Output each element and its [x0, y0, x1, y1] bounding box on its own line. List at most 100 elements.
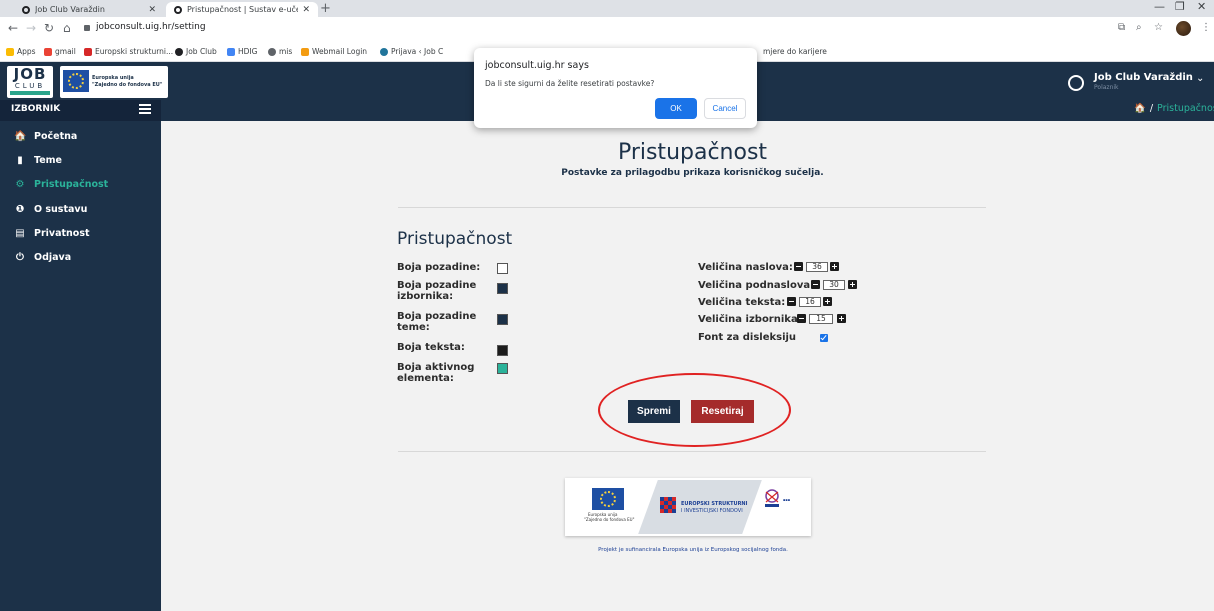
bookmark-star-icon[interactable]: ☆: [1154, 22, 1163, 33]
chevron-down-icon[interactable]: ⌄: [1196, 73, 1204, 84]
browser-tab-job-club[interactable]: Job Club Varaždin ✕: [14, 2, 164, 17]
job-club-favicon-icon: [22, 5, 30, 14]
bookmark-label: Webmail Login: [312, 47, 368, 56]
subheading-size-label: Veličina podnaslova:: [698, 280, 815, 291]
sidebar-item-pristupacnost[interactable]: ⚙ Pristupačnost: [14, 179, 109, 190]
bookmark-gmail[interactable]: gmail: [44, 47, 76, 56]
heading-size-increase-icon[interactable]: [830, 262, 839, 271]
menu-dots-icon[interactable]: ⋮: [1201, 22, 1211, 33]
wordpress-icon: [380, 47, 388, 56]
heading-size-decrease-icon[interactable]: [794, 262, 803, 271]
bookmark-hdig[interactable]: HDIG: [227, 47, 257, 56]
bookmark-job-club[interactable]: Job Club: [175, 47, 217, 56]
sidebar-item-privatnost[interactable]: ▤ Privatnost: [14, 228, 89, 239]
menu-bg-color-label: Boja pozadine izbornika:: [397, 280, 477, 302]
footer-eu-text-2: "Zajedno do fondova EU": [584, 517, 635, 522]
sidebar: [0, 100, 161, 611]
bookmark-label: mjere do karijere: [763, 47, 827, 56]
breadcrumb-home-icon[interactable]: 🏠: [1134, 103, 1146, 114]
dialog-cancel-button[interactable]: Cancel: [704, 98, 746, 119]
job-club-logo[interactable]: JOB CLUB: [7, 66, 53, 98]
zoom-icon[interactable]: ⌕: [1136, 22, 1142, 33]
text-size-increase-icon[interactable]: [823, 297, 832, 306]
bookmark-prijava[interactable]: Prijava ‹ Job C: [380, 47, 443, 56]
highlight-annotation-oval: [598, 373, 791, 447]
bg-color-label: Boja pozadine:: [397, 262, 481, 273]
europski-icon: [84, 47, 92, 56]
menu-size-input[interactable]: 15: [809, 314, 833, 324]
bg-color-swatch[interactable]: [497, 263, 508, 274]
sidebar-item-pocetna[interactable]: 🏠 Početna: [14, 131, 77, 142]
browser-tab-pristupacnost[interactable]: Pristupačnost | Sustav e-učenja ✕: [166, 2, 318, 17]
sidebar-item-label: O sustavu: [34, 204, 88, 215]
heading-size-input[interactable]: 36: [806, 262, 828, 272]
divider: [398, 451, 986, 452]
heading-size-label: Veličina naslova:: [698, 262, 793, 273]
bookmark-label: Apps: [17, 47, 36, 56]
profile-avatar[interactable]: [1176, 21, 1191, 36]
subheading-size-decrease-icon[interactable]: [811, 280, 820, 289]
sidebar-item-label: Početna: [34, 131, 78, 142]
sidebar-item-o-sustavu[interactable]: ❶ O sustavu: [14, 204, 88, 215]
eu-flag-icon: [63, 70, 89, 92]
restore-icon[interactable]: ❐: [1175, 0, 1185, 13]
dialog-ok-button[interactable]: OK: [655, 98, 697, 119]
subheading-size-input[interactable]: 30: [823, 280, 845, 290]
bookmark-label: Europski strukturni...: [95, 47, 174, 56]
url-field[interactable]: jobconsult.uig.hr/setting: [96, 22, 206, 32]
bookmark-label: mis: [279, 47, 293, 56]
bookmark-webmail[interactable]: Webmail Login: [301, 47, 367, 56]
footer-note: Projekt je sufinancirala Europska unija …: [598, 547, 788, 553]
page-title: Pristupačnost: [617, 140, 768, 165]
breadcrumb: 🏠/Pristupačnost: [1134, 103, 1214, 114]
footer-hzz-text: ▪▪▪: [783, 498, 791, 502]
text-size-input[interactable]: 16: [799, 297, 821, 307]
active-color-swatch[interactable]: [497, 363, 508, 374]
home-browser-icon[interactable]: ⌂: [63, 21, 71, 35]
sidebar-item-teme[interactable]: ▮ Teme: [14, 155, 62, 166]
dyslexia-font-checkbox[interactable]: [820, 334, 828, 342]
bookmark-europski[interactable]: Europski strukturni...: [84, 47, 173, 56]
bookmark-mis[interactable]: mis: [268, 47, 292, 56]
menu-size-label: Veličina izbornika:: [698, 314, 802, 325]
bookmark-apps[interactable]: Apps: [6, 47, 36, 56]
sidebar-item-odjava[interactable]: ⏻ Odjava: [14, 252, 71, 263]
close-window-icon[interactable]: ✕: [1197, 0, 1206, 13]
user-avatar[interactable]: [1068, 75, 1084, 91]
logo-bar: [10, 91, 50, 95]
text-size-label: Veličina teksta:: [698, 297, 786, 308]
bookmark-label: HDIG: [238, 47, 258, 56]
forward-icon[interactable]: →: [26, 21, 36, 35]
text-size-decrease-icon[interactable]: [787, 297, 796, 306]
dialog-message: Da li ste sigurni da želite resetirati p…: [485, 79, 655, 88]
hamburger-menu-icon[interactable]: [139, 104, 151, 114]
subheading-size-increase-icon[interactable]: [848, 280, 857, 289]
bookmark-mjere[interactable]: mjere do karijere: [763, 47, 827, 56]
bookmark-label: Prijava ‹ Job C: [391, 47, 444, 56]
page-subtitle: Postavke za prilagodbu prikaza korisničk…: [561, 168, 824, 178]
section-title: Pristupačnost: [397, 229, 513, 249]
address-bar: ← → ↻ ⌂ jobconsult.uig.hr/setting ⧉ ⌕ ☆ …: [0, 17, 1214, 42]
translate-icon[interactable]: ⧉: [1118, 22, 1125, 33]
sidebar-item-label: Pristupačnost: [34, 179, 109, 190]
text-color-swatch[interactable]: [497, 345, 508, 356]
dyslexia-font-label: Font za disleksiju: [698, 332, 797, 343]
menu-bg-color-swatch[interactable]: [497, 283, 508, 294]
minimize-icon[interactable]: —: [1154, 0, 1165, 13]
user-role: Polaznik: [1094, 84, 1119, 91]
eu-logo: Europska unija "Zajedno do fondova EU": [60, 66, 168, 98]
menu-size-increase-icon[interactable]: [837, 314, 846, 323]
menu-size-decrease-icon[interactable]: [797, 314, 806, 323]
lock-icon: [84, 25, 90, 31]
close-tab-icon[interactable]: ✕: [148, 5, 156, 15]
user-name[interactable]: Job Club Varaždin: [1094, 72, 1193, 83]
new-tab-icon[interactable]: +: [320, 1, 331, 16]
back-icon[interactable]: ←: [8, 21, 18, 35]
home-icon: 🏠: [14, 131, 27, 142]
close-tab-icon[interactable]: ✕: [302, 5, 310, 15]
reload-icon[interactable]: ↻: [44, 21, 54, 35]
theme-bg-color-swatch[interactable]: [497, 314, 508, 325]
divider: [398, 207, 986, 208]
google-icon: [227, 47, 235, 56]
main-content: [161, 121, 1214, 611]
